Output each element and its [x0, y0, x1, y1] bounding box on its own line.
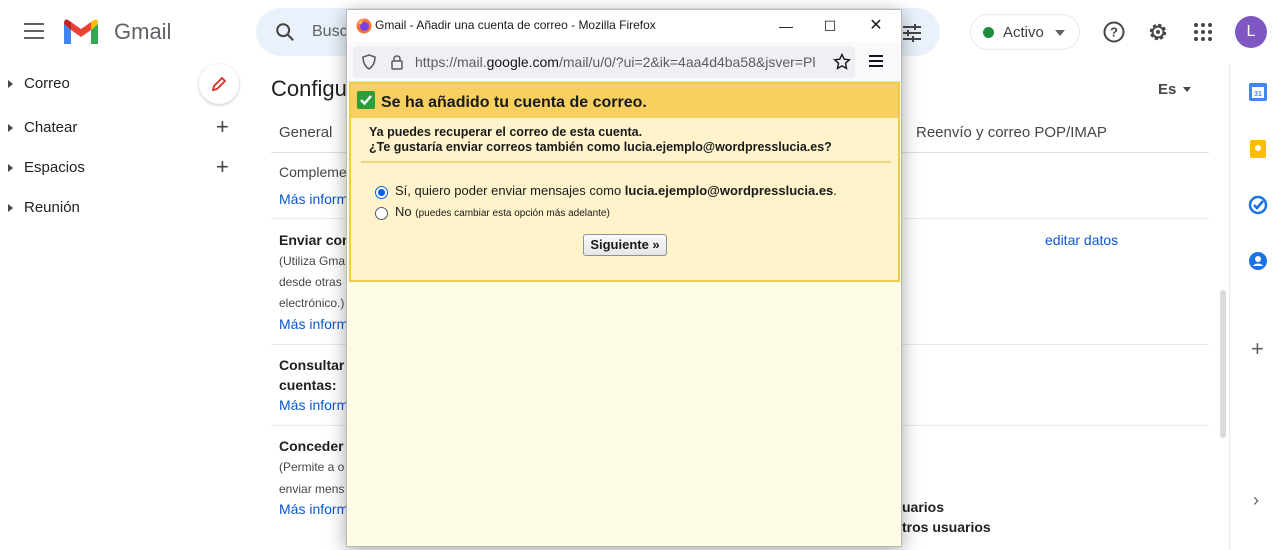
- address-bar[interactable]: https://mail.google.com/mail/u/0/?ui=2&i…: [353, 46, 855, 78]
- account-avatar[interactable]: L: [1235, 16, 1267, 48]
- check-mail-title: cuentas:: [279, 377, 337, 393]
- grant-access-desc: (Permite a o: [279, 460, 345, 474]
- url-text[interactable]: https://mail.google.com/mail/u/0/?ui=2&i…: [415, 54, 827, 70]
- svg-text:31: 31: [1254, 91, 1262, 98]
- close-window-button[interactable]: ✕: [853, 10, 899, 42]
- checkmark-icon: [357, 91, 375, 109]
- account-added-panel: Se ha añadido tu cuenta de correo. Ya pu…: [349, 82, 900, 282]
- navigation-toolbar: https://mail.google.com/mail/u/0/?ui=2&i…: [347, 42, 901, 82]
- more-info-link[interactable]: Más inform: [279, 191, 347, 207]
- browser-menu-icon[interactable]: [869, 55, 883, 67]
- option-yes-period: .: [833, 183, 837, 198]
- status-label: Activo: [1003, 24, 1044, 41]
- url-path: /mail/u/0/?ui=2&ik=4aa4d4ba58&jsver=Pl: [558, 54, 816, 70]
- tasks-icon[interactable]: [1248, 195, 1268, 215]
- more-info-link[interactable]: Más inform: [279, 397, 347, 413]
- success-message: Se ha añadido tu cuenta de correo.: [381, 94, 647, 111]
- chevron-right-icon[interactable]: ›: [1253, 490, 1259, 511]
- popup-content: Se ha añadido tu cuenta de correo. Ya pu…: [347, 82, 901, 546]
- expand-arrow-icon[interactable]: [8, 204, 13, 212]
- option-no-note: (puedes cambiar esta opción más adelante…: [415, 208, 610, 219]
- sidebar-item-label: Correo: [24, 75, 70, 92]
- vertical-scrollbar[interactable]: [1220, 290, 1226, 438]
- tab-forwarding-pop-imap[interactable]: Reenvío y correo POP/IMAP: [916, 124, 1107, 141]
- sidebar-item-label: Chatear: [24, 119, 78, 136]
- next-button[interactable]: Siguiente »: [583, 234, 667, 256]
- info-line-1: Ya puedes recuperar el correo de esta cu…: [369, 125, 643, 139]
- language-selector[interactable]: Es: [1158, 81, 1176, 98]
- apps-grid-icon[interactable]: [1191, 20, 1215, 44]
- tracking-protection-shield-icon[interactable]: [361, 54, 377, 70]
- option-yes-text: Sí, quiero poder enviar mensajes como: [395, 183, 625, 198]
- settings-gear-icon[interactable]: [1146, 20, 1170, 44]
- panel-divider: [361, 161, 891, 163]
- side-panel-divider: [1229, 64, 1230, 550]
- calendar-icon[interactable]: 31: [1248, 82, 1268, 102]
- expand-arrow-icon[interactable]: [8, 80, 13, 88]
- window-title: Gmail - Añadir una cuenta de correo - Mo…: [375, 18, 656, 32]
- option-yes-email: lucia.ejemplo@wordpresslucia.es: [624, 183, 834, 198]
- bookmark-star-icon[interactable]: [833, 53, 851, 71]
- gmail-logo-icon[interactable]: [62, 18, 100, 46]
- add-space-icon[interactable]: +: [216, 156, 229, 178]
- search-icon[interactable]: [274, 21, 296, 43]
- maximize-button[interactable]: ☐: [807, 10, 853, 42]
- svg-text:?: ?: [1110, 25, 1118, 40]
- page-title: Configu: [271, 76, 347, 101]
- send-as-desc: (Utiliza Gma: [279, 254, 346, 268]
- edit-data-link[interactable]: editar datos: [1045, 232, 1118, 248]
- success-banner: Se ha añadido tu cuenta de correo.: [351, 84, 898, 118]
- add-addon-icon[interactable]: +: [1251, 338, 1264, 360]
- option-no-text: No: [395, 204, 412, 219]
- url-domain: google.com: [486, 54, 559, 70]
- grant-access-title: Conceder a: [279, 438, 347, 454]
- status-active-icon: [983, 27, 994, 38]
- status-selector[interactable]: Activo: [970, 14, 1080, 50]
- option-yes-label[interactable]: Sí, quiero poder enviar mensajes como lu…: [395, 183, 837, 198]
- expand-arrow-icon[interactable]: [8, 164, 13, 172]
- gmail-wordmark: Gmail: [114, 19, 172, 44]
- option-yes-radio[interactable]: [375, 186, 388, 199]
- firefox-popup-window: Gmail - Añadir una cuenta de correo - Mo…: [346, 9, 902, 547]
- firefox-icon: [356, 18, 372, 34]
- tab-general[interactable]: General: [279, 124, 332, 141]
- url-prefix: https://mail.: [415, 54, 487, 70]
- search-input[interactable]: Busc: [312, 23, 348, 41]
- keep-notes-icon[interactable]: [1248, 139, 1268, 159]
- window-titlebar[interactable]: Gmail - Añadir una cuenta de correo - Mo…: [347, 10, 901, 42]
- chevron-down-icon: [1183, 87, 1191, 92]
- grant-option-text: uarios: [902, 499, 945, 515]
- sidebar-item-correo[interactable]: Correo: [0, 70, 250, 98]
- contacts-icon[interactable]: [1248, 251, 1268, 271]
- more-info-link[interactable]: Más inform: [279, 501, 347, 517]
- send-as-title: Enviar com: [279, 232, 347, 248]
- info-line-2: ¿Te gustaría enviar correos también como…: [369, 140, 832, 154]
- sidebar-item-chatear[interactable]: Chatear +: [0, 114, 250, 142]
- send-as-desc: electrónico.): [279, 296, 345, 310]
- chevron-down-icon: [1055, 30, 1065, 36]
- search-options-icon[interactable]: [900, 21, 924, 45]
- sidebar-item-espacios[interactable]: Espacios +: [0, 154, 250, 182]
- option-no-radio[interactable]: [375, 207, 388, 220]
- sidebar-item-label: Espacios: [24, 159, 85, 176]
- send-as-desc: desde otras: [279, 275, 342, 289]
- sidebar-item-reunion[interactable]: Reunión: [0, 194, 250, 222]
- complement-label: Compleme: [279, 164, 347, 180]
- check-mail-title: Consultar: [279, 357, 345, 373]
- minimize-button[interactable]: —: [763, 10, 809, 42]
- lock-icon[interactable]: [389, 54, 405, 70]
- add-chat-icon[interactable]: +: [216, 116, 229, 138]
- expand-arrow-icon[interactable]: [8, 124, 13, 132]
- sidebar-item-label: Reunión: [24, 199, 80, 216]
- help-icon[interactable]: ?: [1102, 20, 1126, 44]
- grant-access-desc: enviar mens: [279, 482, 345, 496]
- grant-option-text: tros usuarios: [902, 519, 991, 535]
- main-menu-icon[interactable]: [24, 23, 44, 39]
- option-no-label[interactable]: No (puedes cambiar esta opción más adela…: [395, 204, 610, 219]
- more-info-link[interactable]: Más inform: [279, 316, 347, 332]
